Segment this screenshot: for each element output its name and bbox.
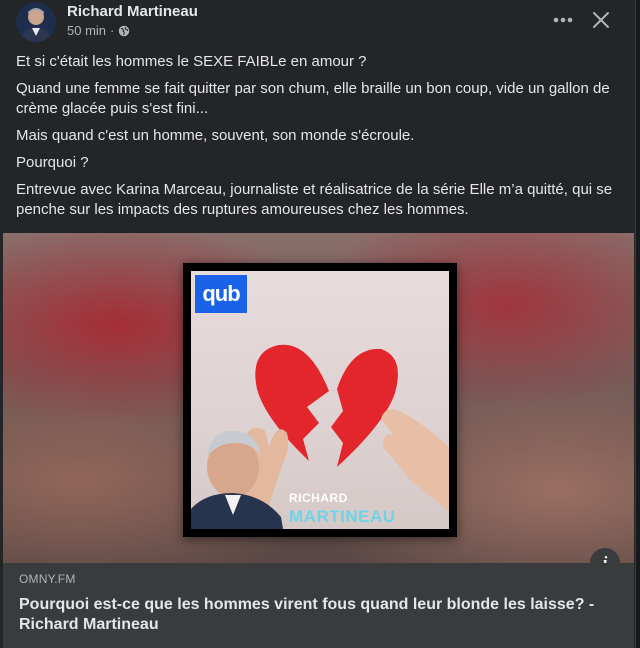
podcast-cover: qub RICHARD MARTINEAU (183, 263, 457, 537)
globe-icon (119, 25, 130, 36)
link-card[interactable]: OMNY.FM Pourquoi est-ce que les hommes v… (3, 563, 634, 648)
more-options-button[interactable] (546, 5, 580, 35)
post-text: Et si c'était les hommes le SEXE FAIBLe … (16, 52, 626, 227)
meta-separator: · (110, 23, 115, 38)
post-header: Richard Martineau 50 min · (0, 0, 636, 46)
post-paragraph: Et si c'était les hommes le SEXE FAIBLe … (16, 53, 367, 70)
close-icon (593, 12, 609, 28)
link-domain: OMNY.FM (19, 572, 76, 586)
author-name[interactable]: Richard Martineau (67, 3, 198, 20)
post-paragraph: Entrevue avec Karina Marceau, journalist… (16, 181, 613, 218)
post-paragraph: Quand une femme se fait quitter par son … (16, 80, 610, 117)
qub-logo: qub (195, 275, 247, 313)
post-paragraph: Pourquoi ? (16, 154, 89, 171)
post-paragraph: Mais quand c'est un homme, souvent, son … (16, 127, 415, 144)
close-button[interactable] (584, 4, 618, 36)
link-title[interactable]: Pourquoi est-ce que les hommes virent fo… (19, 595, 619, 635)
post-time[interactable]: 50 min (67, 23, 106, 38)
facebook-post: Richard Martineau 50 min · Et si c'était… (0, 0, 636, 648)
cover-first-name: RICHARD (289, 491, 348, 505)
author-avatar[interactable] (16, 2, 56, 42)
info-button[interactable]: i (590, 548, 620, 563)
link-preview-image[interactable]: qub RICHARD MARTINEAU i (3, 233, 634, 563)
more-options-icon (553, 17, 573, 23)
avatar-photo (16, 2, 56, 42)
cover-last-name: MARTINEAU (289, 507, 396, 526)
post-meta: 50 min · (67, 23, 130, 38)
info-icon: i (602, 553, 608, 563)
